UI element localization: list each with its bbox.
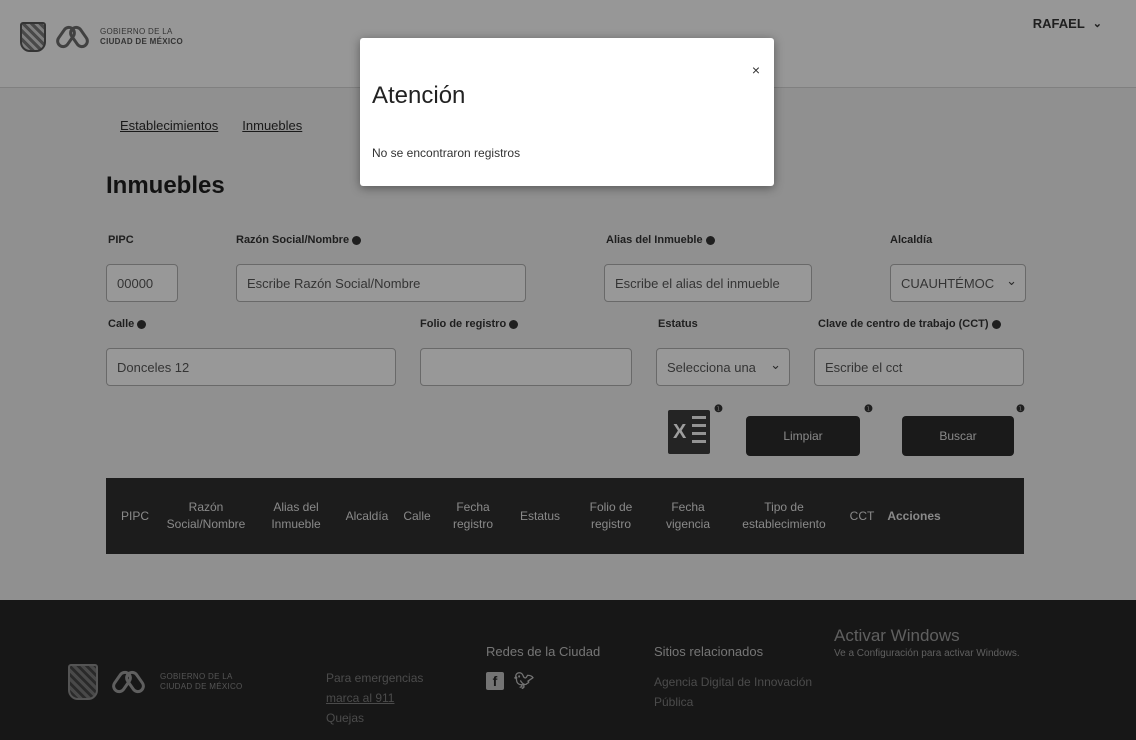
attention-modal: Atención × No se encontraron registros <box>360 38 774 186</box>
modal-title: Atención <box>372 82 466 109</box>
close-icon[interactable]: × <box>752 62 760 78</box>
modal-message: No se encontraron registros <box>372 146 521 160</box>
